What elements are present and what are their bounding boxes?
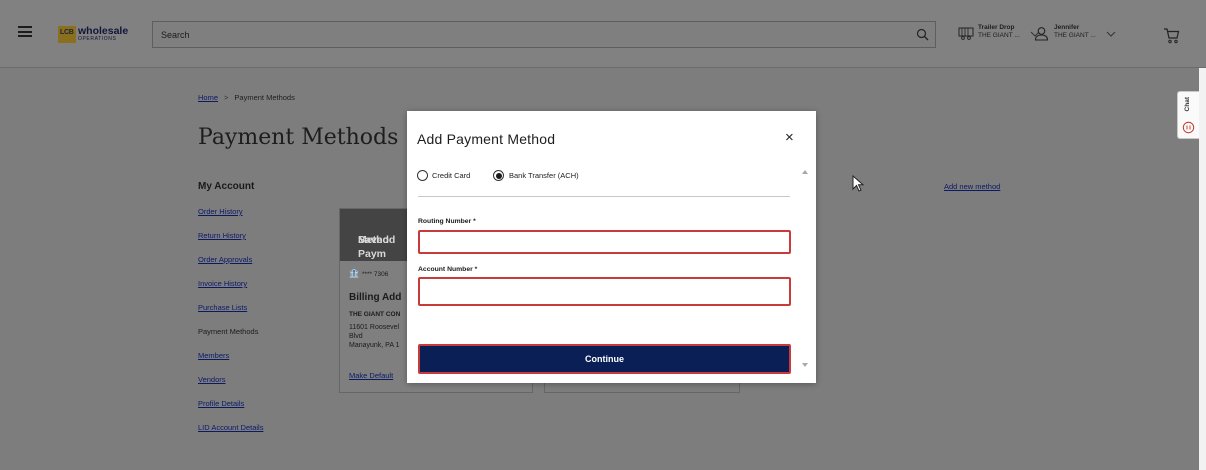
search-input[interactable] bbox=[153, 22, 913, 47]
chat-label: Chat bbox=[1184, 97, 1191, 112]
mouse-cursor-icon bbox=[852, 175, 865, 192]
lcb-logo[interactable]: LCB wholesale OPERATIONS bbox=[58, 25, 128, 44]
search-icon[interactable] bbox=[916, 28, 929, 41]
billing-address-line3: Manayunk, PA 1 bbox=[349, 342, 400, 349]
user-menu[interactable]: Jennifer THE GIANT ... bbox=[1034, 23, 1116, 47]
billing-address-line2: Blvd bbox=[349, 333, 363, 340]
sidebar-item-purchase-lists[interactable]: Purchase Lists bbox=[198, 303, 247, 312]
search-bar bbox=[152, 21, 936, 48]
breadcrumb-current: Payment Methods bbox=[234, 93, 295, 102]
logo-badge: LCB bbox=[58, 26, 76, 43]
page-scrollbar[interactable] bbox=[1199, 68, 1206, 470]
options-divider bbox=[418, 196, 790, 197]
routing-number-input[interactable] bbox=[418, 230, 791, 254]
page-title: Payment Methods bbox=[198, 125, 399, 150]
sidebar-heading: My Account bbox=[198, 181, 255, 192]
sidebar-item-invoice-history[interactable]: Invoice History bbox=[198, 279, 247, 288]
bank-transfer-label[interactable]: Bank Transfer (ACH) bbox=[509, 171, 579, 180]
breadcrumb: Home > Payment Methods bbox=[198, 93, 295, 102]
bank-icon: 🏦 bbox=[349, 269, 359, 278]
chat-tab[interactable]: Chat bbox=[1177, 91, 1199, 139]
saved-card-header-line2: Method bbox=[358, 234, 396, 246]
bank-transfer-radio[interactable] bbox=[493, 170, 504, 181]
sidebar-item-lid-account-details[interactable]: LID Account Details bbox=[198, 423, 263, 432]
sidebar-item-order-history[interactable]: Order History bbox=[198, 207, 243, 216]
sidebar-item-profile-details[interactable]: Profile Details bbox=[198, 399, 244, 408]
delivery-subtitle: THE GIANT ... bbox=[978, 32, 1020, 39]
breadcrumb-separator: > bbox=[224, 93, 229, 102]
sidebar-item-vendors[interactable]: Vendors bbox=[198, 375, 226, 384]
breadcrumb-home-link[interactable]: Home bbox=[198, 93, 218, 102]
dialog-title: Add Payment Method bbox=[417, 131, 556, 147]
chevron-down-icon bbox=[1106, 31, 1116, 37]
cart-icon[interactable] bbox=[1163, 27, 1180, 44]
sidebar-item-members[interactable]: Members bbox=[198, 351, 229, 360]
logo-subtitle: OPERATIONS bbox=[78, 36, 117, 42]
delivery-selector[interactable]: Trailer Drop THE GIANT ... bbox=[958, 23, 1040, 47]
add-new-method-link[interactable]: Add new method bbox=[944, 182, 1000, 191]
credit-card-label[interactable]: Credit Card bbox=[432, 171, 470, 180]
close-icon[interactable]: × bbox=[785, 130, 794, 145]
account-number-label: Account Number * bbox=[418, 266, 478, 273]
sidebar-item-payment-methods[interactable]: Payment Methods bbox=[198, 327, 258, 336]
continue-button[interactable]: Continue bbox=[418, 344, 791, 374]
trailer-icon bbox=[958, 27, 974, 40]
delivery-title: Trailer Drop bbox=[978, 24, 1015, 31]
hamburger-menu-icon[interactable] bbox=[18, 26, 32, 37]
user-company: THE GIANT ... bbox=[1054, 32, 1096, 39]
billing-address-title: Billing Add bbox=[349, 292, 402, 303]
top-header: LCB wholesale OPERATIONS Trailer Drop TH… bbox=[0, 0, 1206, 68]
add-payment-method-dialog: Add Payment Method × Credit Card Bank Tr… bbox=[407, 111, 816, 383]
dialog-scrollbar[interactable] bbox=[799, 165, 814, 377]
chat-bubble-icon bbox=[1182, 121, 1195, 134]
user-name: Jennifer bbox=[1054, 24, 1080, 31]
user-icon bbox=[1034, 27, 1049, 41]
account-number-input[interactable] bbox=[418, 277, 791, 306]
scroll-up-arrow-icon[interactable] bbox=[802, 170, 808, 174]
billing-company: THE GIANT CON bbox=[349, 311, 401, 318]
billing-address-line1: 11601 Roosevel bbox=[349, 324, 400, 331]
sidebar-item-order-approvals[interactable]: Order Approvals bbox=[198, 255, 252, 264]
routing-number-label: Routing Number * bbox=[418, 218, 476, 225]
credit-card-radio[interactable] bbox=[417, 170, 428, 181]
make-default-link[interactable]: Make Default bbox=[349, 371, 393, 380]
sidebar-item-return-history[interactable]: Return History bbox=[198, 231, 246, 240]
scroll-down-arrow-icon[interactable] bbox=[802, 363, 808, 367]
bank-account-row: 🏦 **** 7306 bbox=[349, 269, 388, 278]
masked-account-number: **** 7306 bbox=[361, 271, 389, 278]
